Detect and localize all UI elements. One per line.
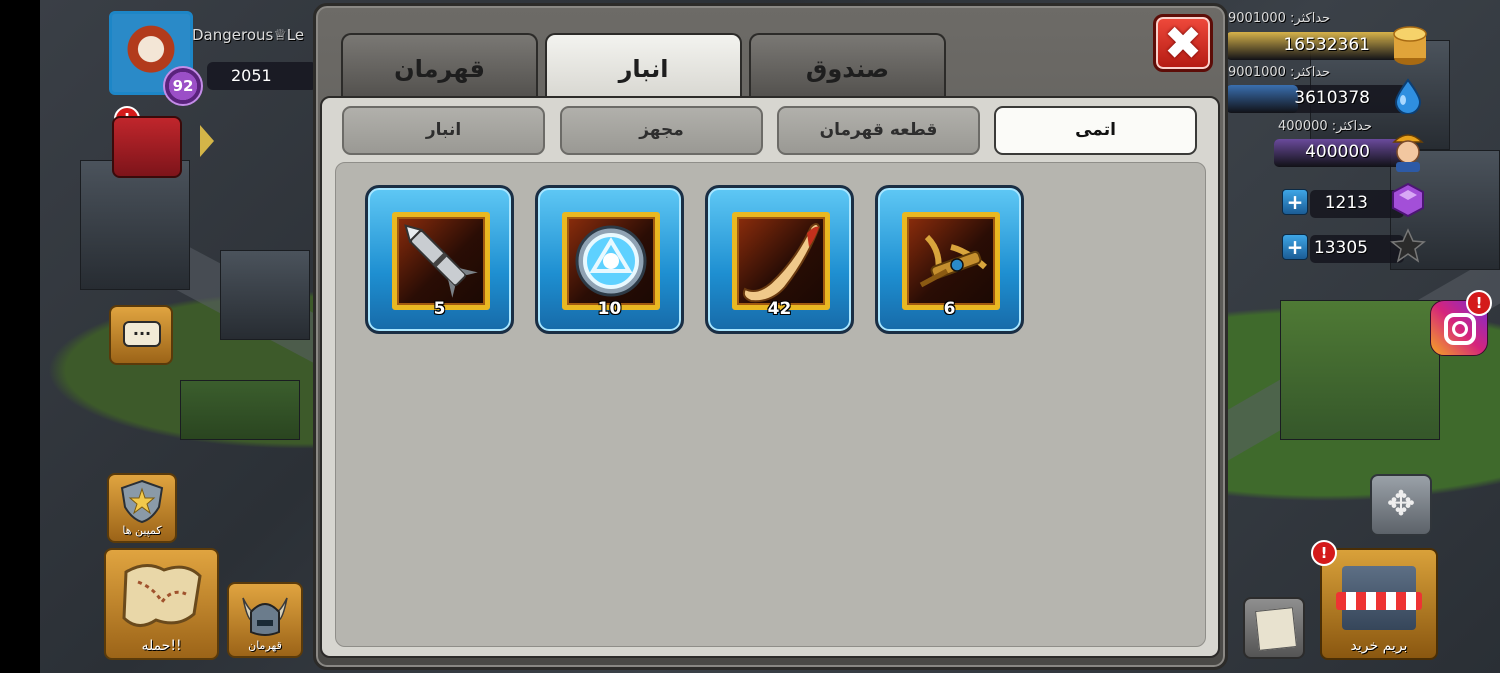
shards-value: 13305 [1313,238,1368,258]
hero-button[interactable]: قهرمان [227,582,303,658]
shop-alert-badge: ! [1311,540,1337,566]
world-map-icon [122,564,202,627]
elixir-bar: 3610378 [1226,85,1406,113]
add-shards-button[interactable]: + [1282,234,1308,260]
subtab-atomic-label: اتمی [1075,120,1116,140]
shop-label: بریم خرید [1350,638,1408,654]
golden-crossbow-icon [919,234,987,288]
trophy-count: 2051 [207,62,317,90]
gold-cap-label: حداکثر: 9001000 [1228,11,1331,26]
attack-button[interactable]: حمله!! [104,548,219,660]
horn-icon [742,223,821,303]
attack-label: حمله!! [141,638,182,654]
gold-value: 16532361 [1283,35,1370,55]
worker-face-icon [1392,134,1424,172]
dark-star-icon [1390,228,1426,263]
subtab-storage[interactable]: انبار [342,106,545,155]
item-quantity: 6 [943,299,956,319]
tab-hero[interactable]: قهرمان [341,33,538,99]
move-arrows-icon[interactable]: ✥ [1370,474,1432,536]
game-screen: 92 Dangerous♕Le 2051 ! ... کمپین ها حمله… [0,0,1500,673]
gold-coin-icon [1393,26,1427,65]
item-slot[interactable]: 5 [365,185,514,334]
elixir-bar-fill [1226,85,1298,113]
subtab-storage-label: انبار [425,120,462,140]
gift-icon[interactable] [112,116,182,178]
purple-gem-icon [1392,182,1424,218]
tab-hero-label: قهرمان [394,55,485,83]
gems-value: 1213 [1324,193,1368,213]
subtab-hero-parts-label: قطعه قهرمان [819,120,938,140]
workers-bar: 400000 [1274,139,1406,167]
arc-reactor-icon [575,225,647,297]
elixir-cap-label: حداکثر: 9001000 [1228,65,1331,80]
item-quantity: 10 [597,299,622,319]
player-level-badge: 92 [163,66,203,106]
subtab-equipped-label: مجهز [639,120,684,140]
subtab-atomic[interactable]: اتمی [994,106,1197,155]
blue-drop-icon [1394,78,1422,114]
missile-icon [404,224,478,298]
campaigns-button[interactable]: کمپین ها [107,473,177,543]
tab-chest[interactable]: صندوق [749,33,946,99]
player-name: Dangerous♕Le [192,26,305,44]
tab-warehouse-label: انبار [618,55,669,83]
item-slot[interactable]: 42 [705,185,854,334]
expand-arrow-icon[interactable] [200,125,214,157]
workers-cap-label: حداکثر: 400000 [1278,119,1372,134]
chat-bubble-icon: ... [123,321,161,347]
hero-label: قهرمان [248,639,282,652]
subtab-equipped[interactable]: مجهز [560,106,763,155]
elixir-value: 3610378 [1294,88,1370,108]
subtab-hero-parts[interactable]: قطعه قهرمان [777,106,980,155]
item-quantity: 5 [433,299,446,319]
item-slot[interactable]: 6 [875,185,1024,334]
item-slot[interactable]: 10 [535,185,684,334]
tab-warehouse[interactable]: انبار [545,33,742,101]
notes-button[interactable] [1243,597,1305,659]
tab-chest-label: صندوق [805,55,890,83]
workers-value: 400000 [1305,142,1370,162]
viking-helmet-icon [242,597,288,636]
shield-star-icon [120,479,164,523]
close-button[interactable]: ✖ [1153,14,1213,72]
trophy-value: 2051 [231,66,272,85]
instagram-alert-badge: ! [1466,290,1492,316]
shop-button[interactable]: بریم خرید [1320,548,1438,660]
notes-icon [1255,607,1297,651]
chat-button[interactable]: ... [109,305,173,365]
gold-bar: 16532361 [1226,32,1406,60]
campaigns-label: کمپین ها [122,524,162,537]
add-gems-button[interactable]: + [1282,189,1308,215]
close-icon: ✖ [1163,16,1203,70]
item-quantity: 42 [767,299,792,319]
